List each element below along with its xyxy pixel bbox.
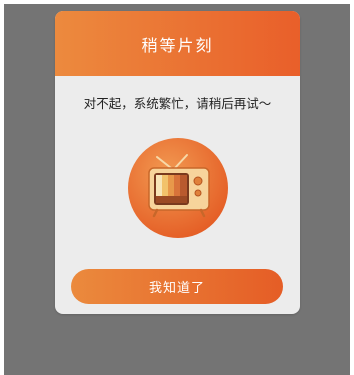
- busy-dialog: 稍等片刻 对不起，系统繁忙，请稍后再试～ 我知道了: [55, 11, 300, 314]
- dialog-title: 稍等片刻: [141, 35, 214, 55]
- modal-overlay: 稍等片刻 对不起，系统繁忙，请稍后再试～ 我知道了: [4, 4, 350, 375]
- got-it-button[interactable]: 我知道了: [71, 269, 283, 304]
- tv-icon: [127, 137, 229, 239]
- dialog-header: 稍等片刻: [55, 11, 300, 76]
- dialog-message: 对不起，系统繁忙，请稍后再试～: [83, 96, 272, 111]
